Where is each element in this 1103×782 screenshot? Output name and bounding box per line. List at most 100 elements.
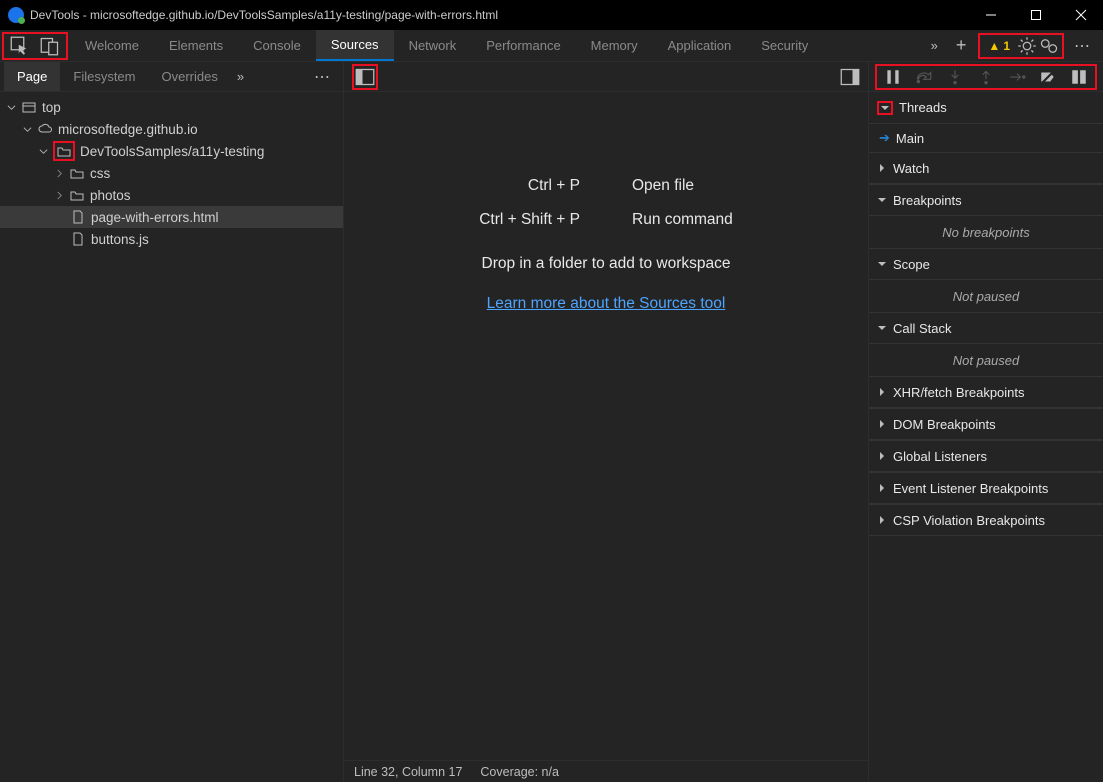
folder-highlight bbox=[53, 141, 75, 161]
file-tree: top microsoftedge.github.io DevToolsSamp… bbox=[0, 92, 343, 782]
caret-right-icon bbox=[877, 163, 887, 173]
tree-host[interactable]: microsoftedge.github.io bbox=[0, 118, 343, 140]
tab-performance[interactable]: Performance bbox=[471, 30, 575, 61]
debugger-controls-highlight bbox=[875, 64, 1097, 90]
tab-application[interactable]: Application bbox=[653, 30, 747, 61]
tree-file-html[interactable]: page-with-errors.html bbox=[0, 206, 343, 228]
warnings-badge[interactable]: ▲ 1 bbox=[983, 38, 1015, 54]
more-subtabs-icon[interactable]: » bbox=[237, 69, 244, 84]
toggle-navigator-icon[interactable] bbox=[355, 67, 375, 87]
settings-icon[interactable] bbox=[1017, 36, 1037, 56]
frame-icon bbox=[21, 99, 37, 115]
deactivate-breakpoints-icon[interactable] bbox=[1039, 68, 1057, 86]
inspect-tools-highlight bbox=[2, 32, 68, 60]
window-title: DevTools - microsoftedge.github.io/DevTo… bbox=[30, 8, 968, 22]
caret-right-icon bbox=[877, 515, 887, 525]
tab-security[interactable]: Security bbox=[746, 30, 823, 61]
tree-file-js-label: buttons.js bbox=[91, 232, 149, 247]
pane-watch-label: Watch bbox=[893, 161, 929, 176]
close-button[interactable] bbox=[1058, 0, 1103, 30]
tab-console[interactable]: Console bbox=[238, 30, 316, 61]
pane-watch[interactable]: Watch bbox=[869, 152, 1103, 184]
pane-threads[interactable]: Threads bbox=[869, 92, 1103, 124]
tree-file-js[interactable]: buttons.js bbox=[0, 228, 343, 250]
caret-right-icon bbox=[877, 387, 887, 397]
thread-main[interactable]: ➔ Main bbox=[869, 124, 1103, 152]
caret-down-icon bbox=[880, 103, 890, 113]
more-tabs-icon[interactable]: » bbox=[931, 38, 938, 53]
folder-icon bbox=[69, 165, 85, 181]
navigator-more-icon[interactable]: ⋯ bbox=[314, 67, 331, 87]
step-out-icon[interactable] bbox=[977, 68, 995, 86]
pane-scope[interactable]: Scope bbox=[869, 248, 1103, 280]
tab-sources[interactable]: Sources bbox=[316, 30, 394, 61]
tree-folder-a[interactable]: DevToolsSamples/a11y-testing bbox=[0, 140, 343, 162]
scope-not-paused-msg: Not paused bbox=[869, 280, 1103, 312]
shortcut-desc-1: Open file bbox=[632, 177, 733, 195]
pause-icon[interactable] bbox=[884, 68, 902, 86]
pane-threads-label: Threads bbox=[899, 100, 947, 115]
inspect-element-icon[interactable] bbox=[10, 36, 30, 56]
maximize-button[interactable] bbox=[1013, 0, 1058, 30]
tree-folder-a-label: DevToolsSamples/a11y-testing bbox=[80, 144, 264, 159]
caret-down-icon bbox=[877, 195, 887, 205]
tree-folder-css[interactable]: css bbox=[0, 162, 343, 184]
caret-right-icon bbox=[877, 451, 887, 461]
file-icon bbox=[70, 209, 86, 225]
shortcut-key-2: Ctrl + Shift + P bbox=[479, 211, 580, 229]
pane-breakpoints-label: Breakpoints bbox=[893, 193, 962, 208]
subtab-page[interactable]: Page bbox=[4, 62, 60, 91]
pane-event[interactable]: Event Listener Breakpoints bbox=[869, 472, 1103, 504]
main-toolbar: Welcome Elements Console Sources Network… bbox=[0, 30, 1103, 62]
tab-network[interactable]: Network bbox=[394, 30, 472, 61]
pane-event-label: Event Listener Breakpoints bbox=[893, 481, 1048, 496]
toggle-debugger-icon[interactable] bbox=[840, 67, 860, 87]
tab-elements[interactable]: Elements bbox=[154, 30, 238, 61]
tree-host-label: microsoftedge.github.io bbox=[58, 122, 198, 137]
debugger-pane: Threads ➔ Main Watch Breakpoints No brea… bbox=[869, 62, 1103, 782]
shortcut-desc-2: Run command bbox=[632, 211, 733, 229]
drop-hint: Drop in a folder to add to workspace bbox=[482, 255, 731, 273]
caret-right-icon bbox=[877, 483, 887, 493]
pane-csp[interactable]: CSP Violation Breakpoints bbox=[869, 504, 1103, 536]
folder-icon bbox=[56, 143, 72, 159]
pane-dom[interactable]: DOM Breakpoints bbox=[869, 408, 1103, 440]
step-over-icon[interactable] bbox=[915, 68, 933, 86]
step-into-icon[interactable] bbox=[946, 68, 964, 86]
pane-callstack[interactable]: Call Stack bbox=[869, 312, 1103, 344]
customize-menu-icon[interactable]: ⋯ bbox=[1074, 36, 1091, 56]
tree-folder-photos-label: photos bbox=[90, 188, 131, 203]
caret-down-icon bbox=[877, 323, 887, 333]
status-line-col: Line 32, Column 17 bbox=[354, 765, 462, 779]
subtab-filesystem[interactable]: Filesystem bbox=[60, 62, 148, 91]
callstack-not-paused-msg: Not paused bbox=[869, 344, 1103, 376]
tree-folder-css-label: css bbox=[90, 166, 110, 181]
caret-down-icon bbox=[877, 259, 887, 269]
add-tab-icon[interactable]: + bbox=[956, 35, 967, 56]
pane-global-label: Global Listeners bbox=[893, 449, 987, 464]
pane-global[interactable]: Global Listeners bbox=[869, 440, 1103, 472]
thread-main-label: Main bbox=[896, 131, 924, 146]
pane-callstack-label: Call Stack bbox=[893, 321, 952, 336]
pane-xhr[interactable]: XHR/fetch Breakpoints bbox=[869, 376, 1103, 408]
editor-pane: Ctrl + P Open file Ctrl + Shift + P Run … bbox=[344, 62, 869, 782]
tab-welcome[interactable]: Welcome bbox=[70, 30, 154, 61]
device-toolbar-icon[interactable] bbox=[40, 36, 60, 56]
pause-on-exceptions-icon[interactable] bbox=[1070, 68, 1088, 86]
no-breakpoints-msg: No breakpoints bbox=[869, 216, 1103, 248]
pane-breakpoints[interactable]: Breakpoints bbox=[869, 184, 1103, 216]
subtab-overrides[interactable]: Overrides bbox=[149, 62, 231, 91]
step-icon[interactable] bbox=[1008, 68, 1026, 86]
edge-favicon bbox=[8, 7, 24, 23]
pane-xhr-label: XHR/fetch Breakpoints bbox=[893, 385, 1025, 400]
feedback-icon[interactable] bbox=[1039, 36, 1059, 56]
tree-top[interactable]: top bbox=[0, 96, 343, 118]
minimize-button[interactable] bbox=[968, 0, 1013, 30]
tree-folder-photos[interactable]: photos bbox=[0, 184, 343, 206]
navigator-tabs: Page Filesystem Overrides » ⋯ bbox=[0, 62, 343, 92]
learn-more-link[interactable]: Learn more about the Sources tool bbox=[487, 295, 726, 313]
file-icon bbox=[70, 231, 86, 247]
tab-memory[interactable]: Memory bbox=[576, 30, 653, 61]
toggle-navigator-highlight bbox=[352, 64, 378, 90]
pane-scope-label: Scope bbox=[893, 257, 930, 272]
